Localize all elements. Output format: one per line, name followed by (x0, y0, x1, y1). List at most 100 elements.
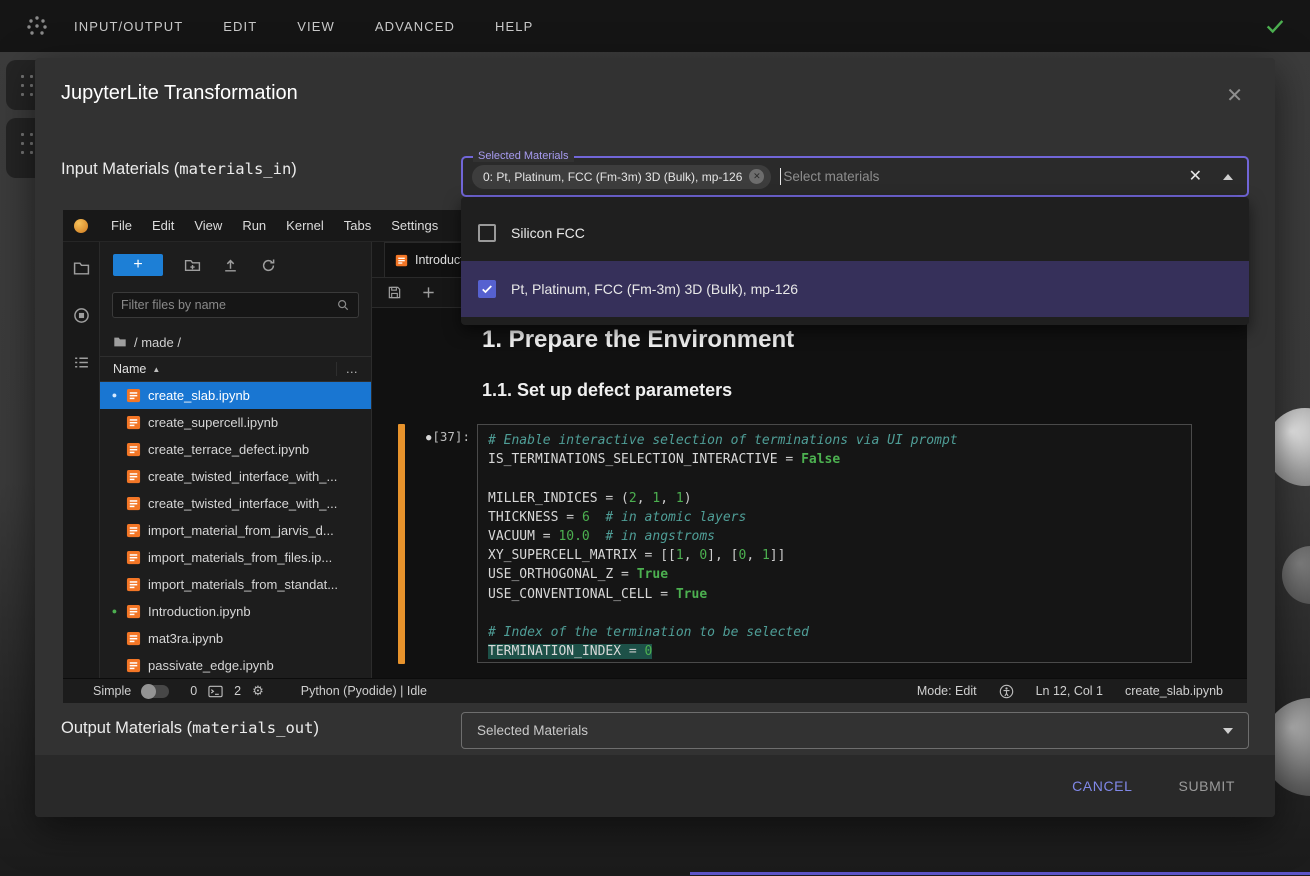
jm-item-edit[interactable]: Edit (142, 218, 184, 233)
simple-mode-toggle[interactable] (142, 685, 169, 698)
search-icon (336, 298, 350, 312)
selected-materials-select[interactable]: Selected Materials 0: Pt, Platinum, FCC … (461, 156, 1249, 197)
code-lines: # Enable interactive selection of termin… (488, 431, 1181, 661)
jm-item-file[interactable]: File (101, 218, 142, 233)
jupyterlite-transformation-dialog: JupyterLite Transformation ✕ Input Mater… (35, 58, 1275, 817)
material-option[interactable]: Pt, Platinum, FCC (Fm-3m) 3D (Bulk), mp-… (461, 261, 1249, 317)
notebook-file-icon (126, 658, 141, 673)
code-line[interactable]: IS_TERMINATIONS_SELECTION_INTERACTIVE = … (488, 450, 1181, 469)
output-label-prefix: Output Materials ( (61, 719, 192, 737)
text-cursor (780, 168, 781, 185)
notebook-content: 1. Prepare the Environment 1.1. Set up d… (372, 308, 1247, 678)
select-placeholder: Select materials (783, 169, 879, 184)
file-item[interactable]: create_terrace_defect.ipynb (100, 436, 371, 463)
output-label-suffix: ) (313, 719, 319, 737)
notebook-heading-2: 1.1. Set up defect parameters (482, 380, 732, 401)
confirm-check-icon[interactable] (1264, 15, 1286, 37)
file-item[interactable]: import_material_from_jarvis_d... (100, 517, 371, 544)
output-materials-select[interactable]: Selected Materials (461, 712, 1249, 749)
code-line[interactable]: USE_ORTHOGONAL_Z = True (488, 565, 1181, 584)
code-line[interactable]: MILLER_INDICES = (2, 1, 1) (488, 489, 1181, 508)
file-browser-icon[interactable] (73, 260, 90, 277)
code-line[interactable] (488, 469, 1181, 488)
tb-item-input-output[interactable]: INPUT/OUTPUT (74, 19, 183, 34)
code-line[interactable]: # Enable interactive selection of termin… (488, 431, 1181, 450)
file-item[interactable]: import_materials_from_standat... (100, 571, 371, 598)
file-name: import_material_from_jarvis_d... (148, 523, 334, 538)
editor-mode[interactable]: Mode: Edit (917, 684, 977, 698)
clear-selection-icon[interactable]: ✕ (1189, 169, 1202, 185)
code-line[interactable]: TERMINATION_INDEX = 0 (488, 642, 1181, 661)
chevron-down-icon[interactable] (1223, 728, 1233, 734)
column-more-icon[interactable]: … (336, 362, 359, 376)
code-line[interactable]: USE_CONVENTIONAL_CELL = True (488, 585, 1181, 604)
chevron-up-icon[interactable] (1223, 174, 1233, 180)
kernel-running-dot: ● (110, 391, 119, 400)
file-item[interactable]: mat3ra.ipynb (100, 625, 371, 652)
accessibility-icon[interactable] (999, 684, 1014, 699)
new-launcher-button[interactable]: + (113, 254, 163, 276)
jlab-menu: FileEditViewRunKernelTabsSettings (101, 218, 448, 233)
code-line[interactable]: VACUUM = 10.0 # in angstroms (488, 527, 1181, 546)
input-label-prefix: Input Materials ( (61, 160, 179, 178)
breadcrumb[interactable]: / made / (100, 328, 371, 356)
code-editor[interactable]: # Enable interactive selection of termin… (477, 424, 1192, 663)
file-filter-box (112, 292, 359, 318)
notebook-file-icon (126, 415, 141, 430)
cursor-position[interactable]: Ln 12, Col 1 (1036, 684, 1103, 698)
kernel-gear-icon[interactable]: ⚙ (252, 683, 264, 699)
kernel-running-dot: ● (110, 607, 119, 616)
material-chip[interactable]: 0: Pt, Platinum, FCC (Fm-3m) 3D (Bulk), … (472, 165, 771, 189)
new-folder-icon[interactable] (184, 257, 201, 274)
name-column-header[interactable]: Name (113, 362, 146, 376)
add-cell-icon[interactable] (421, 285, 436, 300)
code-line[interactable] (488, 604, 1181, 623)
checkbox-checked-icon[interactable] (478, 280, 496, 298)
jm-item-settings[interactable]: Settings (381, 218, 448, 233)
code-line[interactable]: THICKNESS = 6 # in atomic layers (488, 508, 1181, 527)
simple-mode-label: Simple (93, 684, 131, 698)
file-name: create_twisted_interface_with_... (148, 469, 337, 484)
code-line[interactable]: XY_SUPERCELL_MATRIX = [[1, 0], [0, 1]] (488, 546, 1181, 565)
jm-item-tabs[interactable]: Tabs (334, 218, 381, 233)
active-cell-bar[interactable] (398, 424, 405, 664)
notebook-file-icon (126, 577, 141, 592)
dialog-actions: CANCEL SUBMIT (35, 755, 1275, 817)
file-item[interactable]: create_twisted_interface_with_... (100, 490, 371, 517)
save-icon[interactable] (387, 285, 402, 300)
input-label-suffix: ) (291, 160, 297, 178)
file-item[interactable]: passivate_edge.ipynb (100, 652, 371, 678)
jm-item-run[interactable]: Run (232, 218, 276, 233)
code-line[interactable]: # Index of the termination to be selecte… (488, 623, 1181, 642)
tb-item-advanced[interactable]: ADVANCED (375, 19, 455, 34)
file-filter-input[interactable] (121, 298, 336, 312)
file-item[interactable]: import_materials_from_files.ip... (100, 544, 371, 571)
kernel-status[interactable]: Python (Pyodide) | Idle (301, 684, 427, 698)
jm-item-kernel[interactable]: Kernel (276, 218, 334, 233)
upload-icon[interactable] (222, 257, 239, 274)
close-icon[interactable]: ✕ (1226, 86, 1243, 106)
jupyter-status-bar: Simple 0 2 ⚙ Python (Pyodide) | Idle Mod… (63, 678, 1247, 703)
file-item[interactable]: ●create_slab.ipynb (100, 382, 371, 409)
file-item[interactable]: create_twisted_interface_with_... (100, 463, 371, 490)
checkbox-unchecked-icon[interactable] (478, 224, 496, 242)
material-option[interactable]: Silicon FCC (461, 205, 1249, 261)
file-browser-toolbar: + (100, 242, 371, 288)
tb-item-edit[interactable]: EDIT (223, 19, 257, 34)
submit-button[interactable]: SUBMIT (1169, 770, 1246, 802)
tb-item-view[interactable]: VIEW (297, 19, 335, 34)
tb-item-help[interactable]: HELP (495, 19, 533, 34)
running-sessions-icon[interactable] (73, 307, 90, 324)
file-list-header[interactable]: Name ▲ … (100, 356, 371, 382)
cancel-button[interactable]: CANCEL (1062, 770, 1142, 802)
input-label-code: materials_in (179, 160, 291, 178)
jm-item-view[interactable]: View (184, 218, 232, 233)
jupyter-sidebar (63, 242, 100, 678)
chip-delete-icon[interactable]: ✕ (749, 169, 764, 184)
file-item[interactable]: create_supercell.ipynb (100, 409, 371, 436)
refresh-icon[interactable] (260, 257, 277, 274)
table-of-contents-icon[interactable] (73, 354, 90, 371)
app-logo-icon[interactable] (24, 13, 50, 39)
file-item[interactable]: ●Introduction.ipynb (100, 598, 371, 625)
terminal-icon[interactable] (208, 685, 223, 698)
